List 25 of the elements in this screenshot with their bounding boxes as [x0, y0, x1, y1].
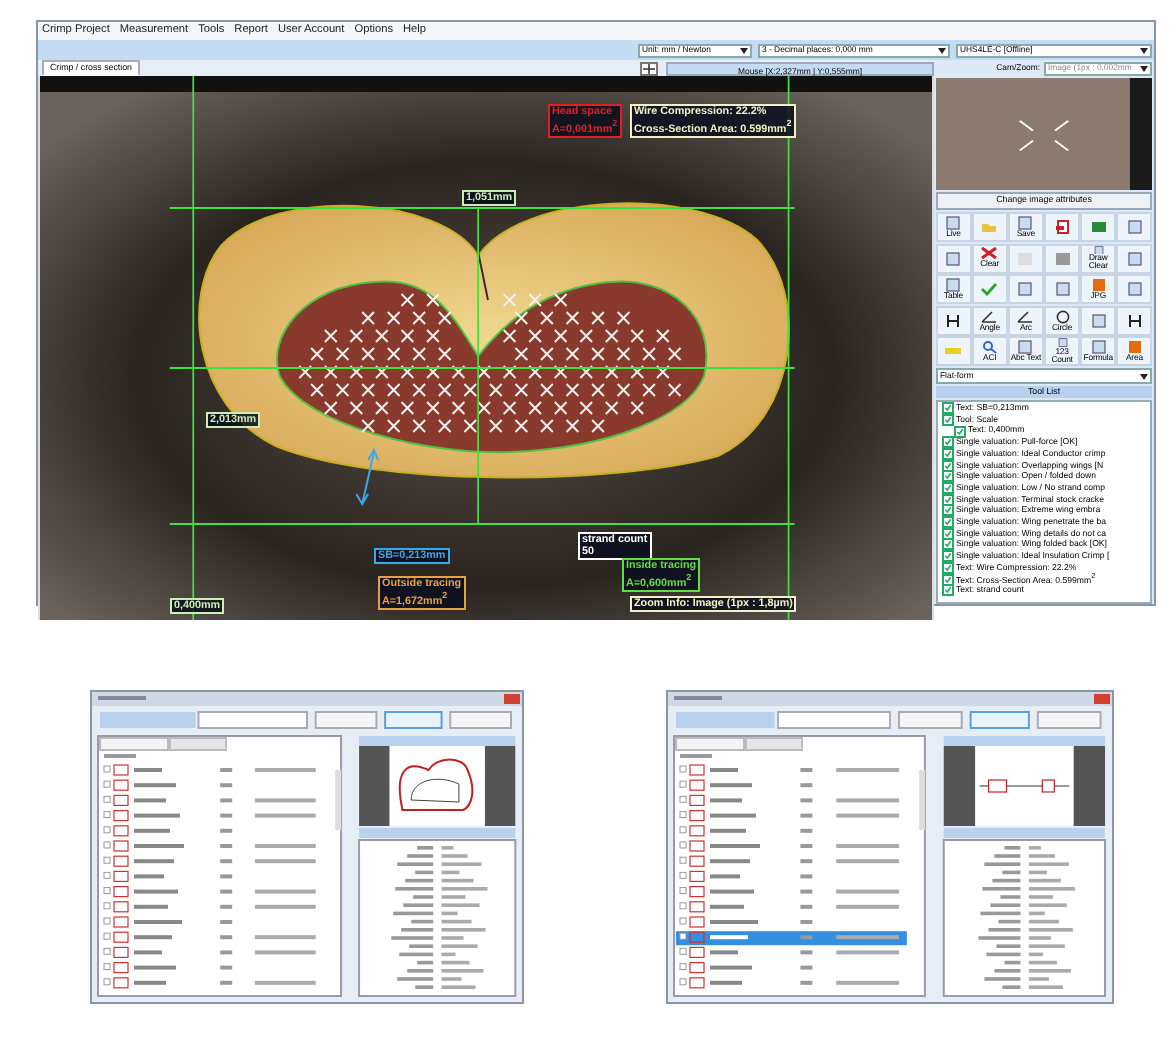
checkbox[interactable]	[942, 470, 954, 483]
checkbox[interactable]	[942, 584, 954, 597]
tool-button[interactable]	[936, 305, 971, 336]
tool-icon	[1125, 313, 1144, 328]
checkbox[interactable]	[942, 516, 954, 529]
caret-icon	[1140, 373, 1148, 380]
caret-icon	[1140, 65, 1148, 71]
caret-icon	[740, 47, 748, 53]
tool-icon	[944, 344, 963, 359]
crosshair-icon[interactable]	[640, 61, 658, 75]
checkbox[interactable]	[942, 436, 954, 449]
tool-icon	[980, 309, 999, 324]
caret-icon	[938, 47, 946, 53]
checkbox[interactable]	[954, 425, 966, 438]
checkbox[interactable]	[942, 482, 954, 495]
checkbox[interactable]	[942, 402, 954, 415]
tool-icon	[944, 313, 963, 328]
close-icon	[980, 246, 999, 261]
tool-button[interactable]	[1116, 305, 1152, 336]
caret-icon	[1140, 47, 1148, 53]
checkbox[interactable]	[942, 504, 954, 517]
checkbox[interactable]	[942, 538, 954, 551]
checkbox[interactable]	[942, 550, 954, 563]
search-icon	[980, 340, 999, 355]
tool-icon	[1016, 309, 1035, 324]
